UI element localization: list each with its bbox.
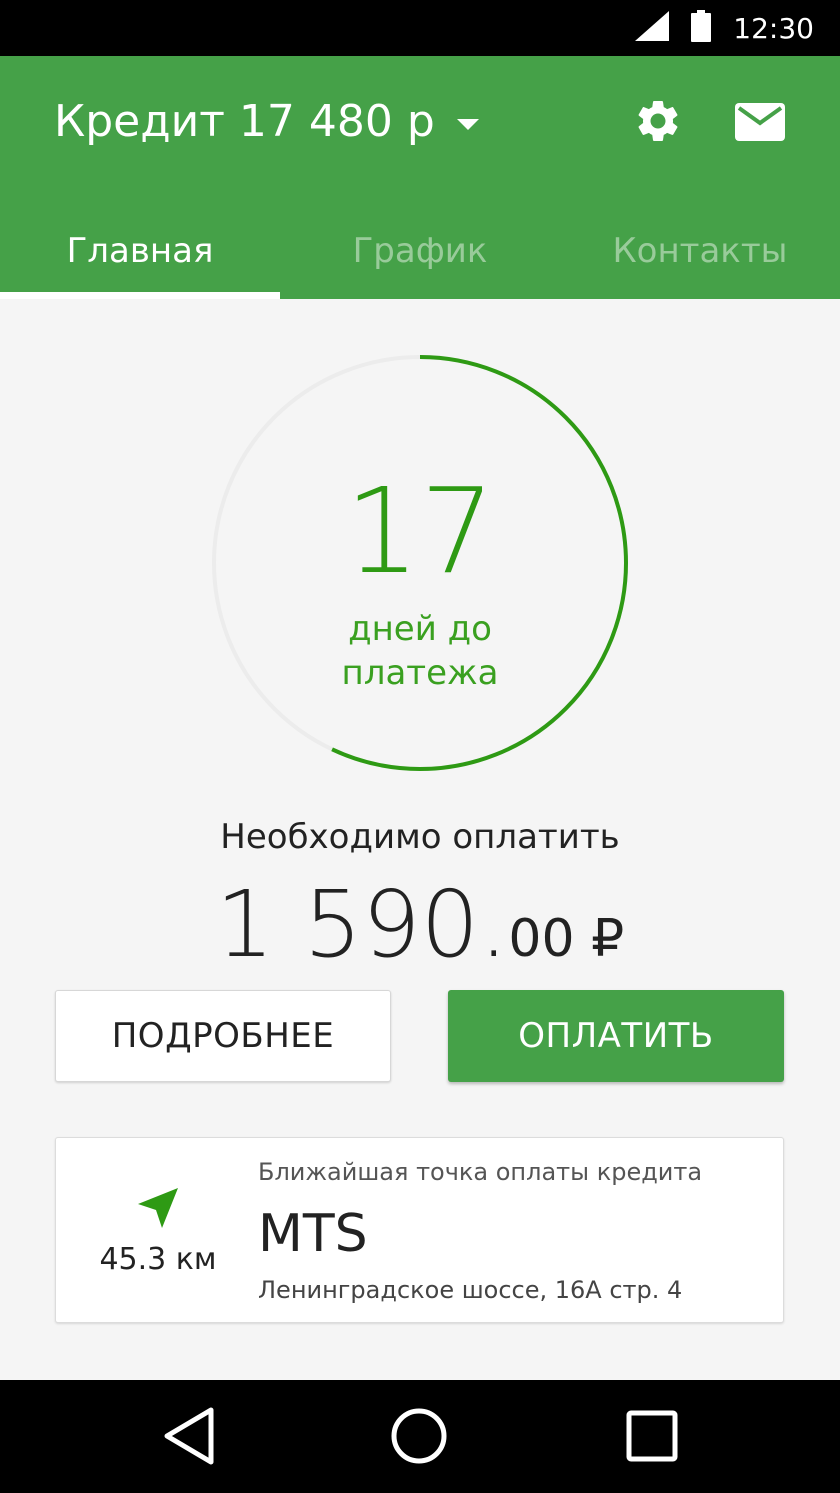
gear-icon (638, 101, 678, 141)
distance: 45.3 км (99, 1242, 217, 1277)
details-button[interactable]: ПОДРОБНЕЕ (55, 990, 391, 1082)
battery-icon (691, 9, 712, 47)
nearest-payment-point-card[interactable]: 45.3 км Ближайшая точка оплаты кредита M… (55, 1137, 784, 1323)
mail-icon (735, 103, 785, 141)
status-bar: 12:30 (0, 0, 840, 56)
days-label-line1: дней до (348, 609, 492, 649)
amount-fraction: 00 ₽ (508, 909, 625, 969)
caret-down-icon (456, 118, 479, 130)
pay-button[interactable]: ОПЛАТИТЬ (448, 990, 784, 1082)
tab-bar: Главная График Контакты (0, 218, 840, 299)
point-name: MTS (258, 1204, 368, 1264)
tab-schedule[interactable]: График (280, 218, 560, 299)
days-countdown-ring: 17 дней до платежа (210, 353, 630, 773)
recents-icon (626, 1410, 678, 1462)
days-count: 17 (344, 462, 496, 600)
days-label-line2: платежа (341, 653, 499, 693)
days-label: дней до платежа (210, 607, 630, 695)
tab-contacts[interactable]: Контакты (560, 218, 840, 299)
home-button[interactable] (387, 1404, 451, 1468)
amount-due: 1 590.00 ₽ (0, 871, 840, 978)
credit-title: Кредит 17 480 р (54, 95, 435, 147)
app-bar: Кредит 17 480 р Главная График Контакты (0, 56, 840, 299)
home-icon (391, 1408, 447, 1464)
clock: 12:30 (733, 11, 814, 45)
recents-button[interactable] (620, 1404, 684, 1468)
settings-button[interactable] (631, 94, 685, 148)
nearest-point-caption: Ближайшая точка оплаты кредита (258, 1158, 703, 1186)
amount-due-label: Необходимо оплатить (220, 817, 620, 857)
back-button[interactable] (156, 1404, 220, 1468)
credit-selector[interactable]: Кредит 17 480 р (54, 95, 479, 147)
amount-main: 1 590. (215, 871, 509, 978)
system-nav-bar (0, 1380, 840, 1493)
main-content: 17 дней до платежа Необходимо оплатить 1… (0, 299, 840, 1380)
navigation-arrow-icon (138, 1188, 178, 1228)
back-icon (164, 1407, 214, 1465)
messages-button[interactable] (733, 100, 787, 144)
signal-icon (635, 10, 670, 46)
point-address: Ленинградское шоссе, 16А стр. 4 (258, 1276, 683, 1304)
tab-main[interactable]: Главная (0, 218, 280, 299)
